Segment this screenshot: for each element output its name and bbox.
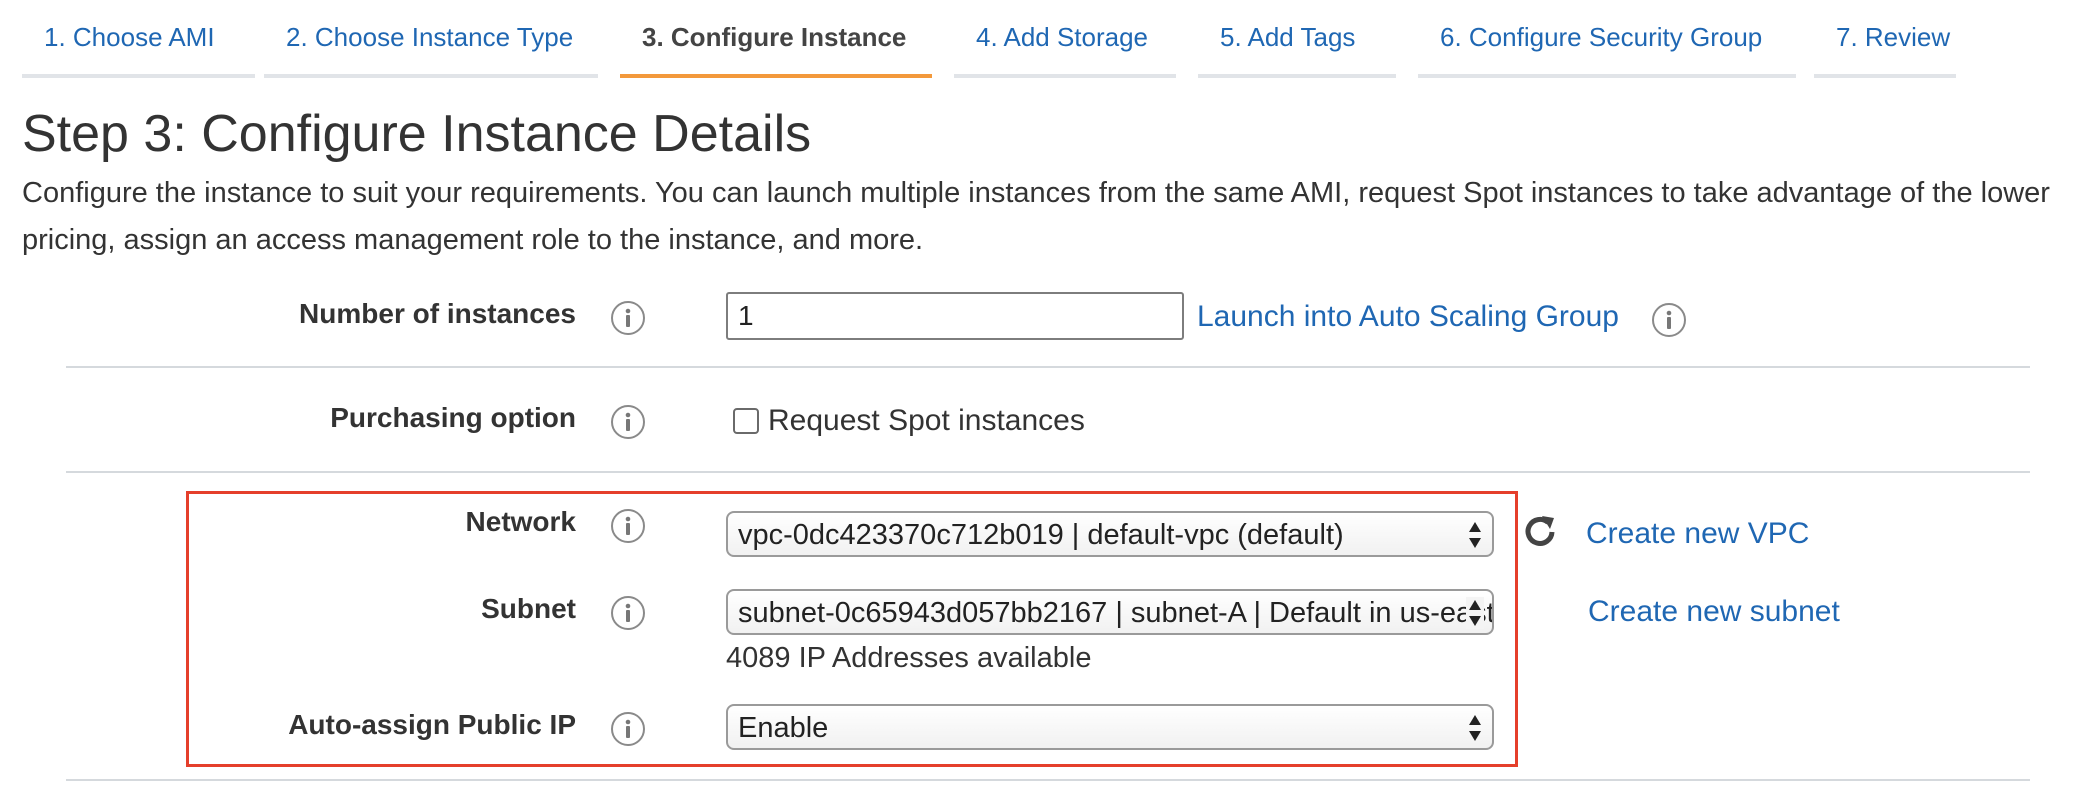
number-of-instances-input[interactable]: [726, 292, 1184, 340]
tab-review[interactable]: 7. Review: [1814, 22, 1956, 78]
tab-add-tags[interactable]: 5. Add Tags: [1198, 22, 1396, 78]
up-down-arrows-icon: [1466, 597, 1484, 629]
number-of-instances-label: Number of instances: [299, 298, 576, 329]
up-down-arrows-icon: [1469, 522, 1481, 548]
page-title: Step 3: Configure Instance Details: [22, 105, 812, 163]
info-circle-icon[interactable]: [610, 300, 646, 336]
info-circle-icon[interactable]: [610, 404, 646, 440]
info-circle-icon[interactable]: [610, 595, 646, 631]
request-spot-instances-checkbox[interactable]: [733, 408, 759, 434]
purchasing-option-label: Purchasing option: [330, 402, 576, 433]
refresh-icon[interactable]: [1518, 510, 1562, 554]
network-select[interactable]: vpc-0dc423370c712b019 | default-vpc (def…: [726, 511, 1494, 557]
launch-auto-scaling-group-link[interactable]: Launch into Auto Scaling Group: [1197, 300, 1619, 334]
subnet-select-value: subnet-0c65943d057bb2167 | subnet-A | De…: [738, 597, 1494, 629]
subnet-select[interactable]: subnet-0c65943d057bb2167 | subnet-A | De…: [726, 589, 1494, 635]
tab-configure-instance[interactable]: 3. Configure Instance: [620, 22, 932, 78]
info-circle-icon[interactable]: [1651, 302, 1687, 338]
ip-addresses-available-text: 4089 IP Addresses available: [726, 642, 1092, 674]
auto-assign-public-ip-select[interactable]: Enable: [726, 704, 1494, 750]
page-description: Configure the instance to suit your requ…: [22, 177, 2050, 256]
tab-add-storage[interactable]: 4. Add Storage: [954, 22, 1176, 78]
tab-choose-instance-type[interactable]: 2. Choose Instance Type: [264, 22, 598, 78]
create-new-subnet-link[interactable]: Create new subnet: [1588, 595, 1840, 629]
up-down-arrows-icon: [1469, 715, 1481, 741]
create-new-vpc-link[interactable]: Create new VPC: [1586, 517, 1809, 551]
wizard-tabs: 1. Choose AMI 2. Choose Instance Type 3.…: [0, 0, 2098, 80]
row-divider: [66, 779, 2030, 781]
tab-configure-security-group[interactable]: 6. Configure Security Group: [1418, 22, 1796, 78]
auto-assign-public-ip-value: Enable: [738, 712, 829, 744]
network-label: Network: [465, 506, 576, 537]
info-circle-icon[interactable]: [610, 711, 646, 747]
request-spot-instances-label[interactable]: Request Spot instances: [768, 404, 1085, 438]
row-divider: [66, 471, 2030, 473]
subnet-label: Subnet: [481, 593, 576, 624]
info-circle-icon[interactable]: [610, 508, 646, 544]
network-select-value: vpc-0dc423370c712b019 | default-vpc (def…: [738, 519, 1344, 551]
configure-instance-page: 1. Choose AMI 2. Choose Instance Type 3.…: [0, 0, 2098, 790]
tab-choose-ami[interactable]: 1. Choose AMI: [22, 22, 255, 78]
row-divider: [66, 366, 2030, 368]
auto-assign-public-ip-label: Auto-assign Public IP: [288, 709, 576, 740]
